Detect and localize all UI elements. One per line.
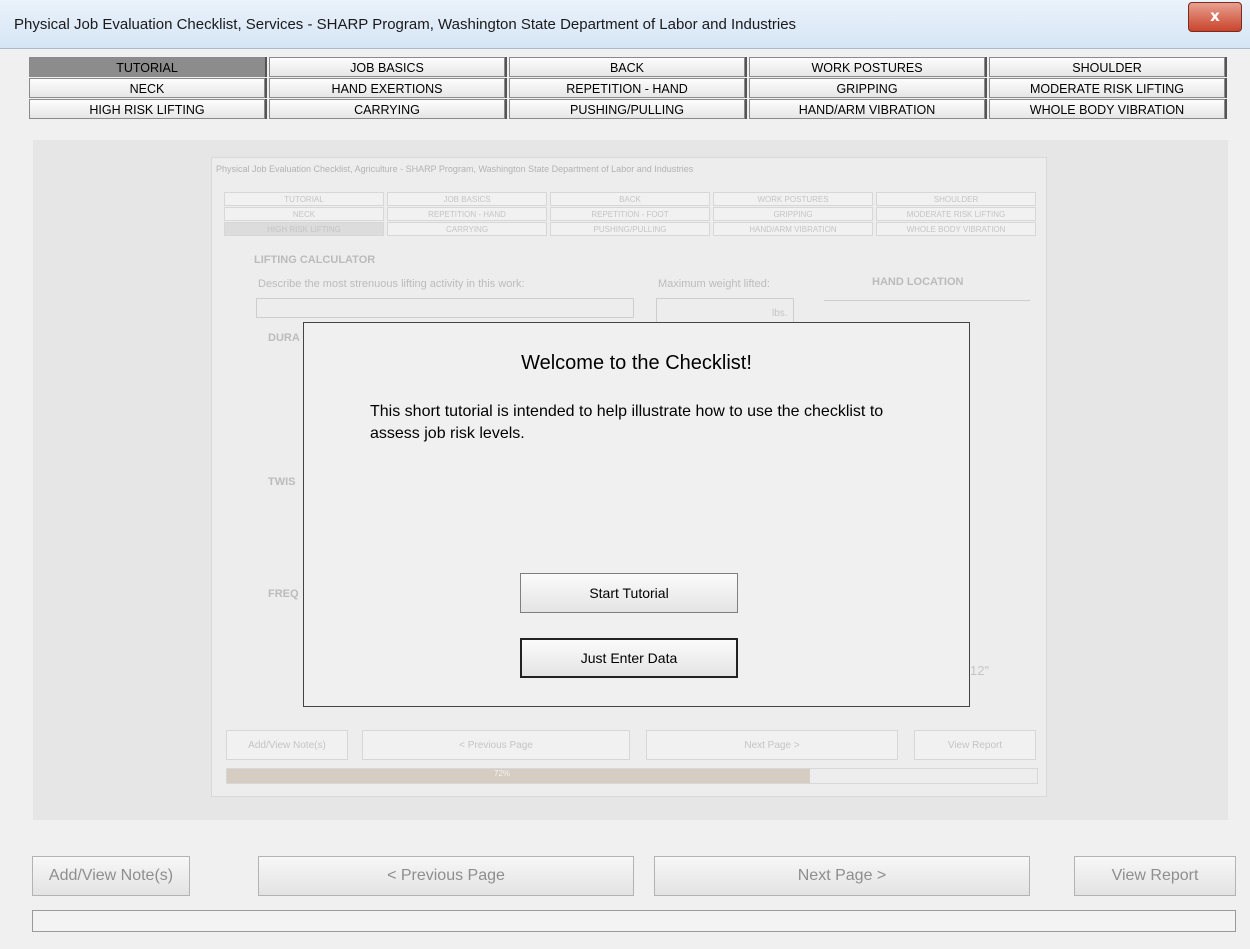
ghost-hand-location: HAND LOCATION	[872, 276, 964, 288]
tab-job-basics[interactable]: JOB BASICS	[269, 57, 505, 77]
ghost-tab: WHOLE BODY VIBRATION	[876, 222, 1036, 236]
dialog-title: Welcome to the Checklist!	[521, 352, 752, 374]
ghost-notes-button: Add/View Note(s)	[226, 730, 348, 760]
ghost-twisting-label: TWIS	[268, 476, 296, 488]
ghost-tab: WORK POSTURES	[713, 192, 873, 206]
tab-work-postures[interactable]: WORK POSTURES	[749, 57, 985, 77]
tab-pushing-pulling[interactable]: PUSHING/PULLING	[509, 99, 745, 119]
ghost-tab: REPETITION - HAND	[387, 207, 547, 221]
ghost-section-title: LIFTING CALCULATOR	[254, 254, 376, 266]
tab-gripping[interactable]: GRIPPING	[749, 78, 985, 98]
ghost-tab: PUSHING/PULLING	[550, 222, 710, 236]
ghost-report-button: View Report	[914, 730, 1036, 760]
ghost-next-button: Next Page >	[646, 730, 898, 760]
previous-page-button[interactable]: < Previous Page	[258, 856, 634, 896]
ghost-progress-label: 72%	[494, 769, 511, 778]
ghost-frequency-label: FREQ	[268, 588, 299, 600]
ghost-tab: MODERATE RISK LIFTING	[876, 207, 1036, 221]
ghost-duration-label: DURA	[268, 332, 300, 344]
ghost-describe-field	[256, 298, 634, 318]
tab-hand-exertions[interactable]: HAND EXERTIONS	[269, 78, 505, 98]
ghost-prev-button: < Previous Page	[362, 730, 630, 760]
ghost-tab: REPETITION - FOOT	[550, 207, 710, 221]
ghost-tab: BACK	[550, 192, 710, 206]
start-tutorial-button[interactable]: Start Tutorial	[520, 573, 738, 613]
view-report-button[interactable]: View Report	[1074, 856, 1236, 896]
tab-hand-arm-vibration[interactable]: HAND/ARM VIBRATION	[749, 99, 985, 119]
ghost-progress-bar	[226, 768, 1038, 784]
close-icon[interactable]: x	[1188, 2, 1242, 32]
ghost-describe-label: Describe the most strenuous lifting acti…	[258, 278, 525, 290]
ghost-tab: SHOULDER	[876, 192, 1036, 206]
ghost-title: Physical Job Evaluation Checklist, Agric…	[216, 164, 694, 174]
ghost-measure: 12"	[970, 663, 990, 678]
tab-repetition-hand[interactable]: REPETITION - HAND	[509, 78, 745, 98]
tab-whole-body-vibration[interactable]: WHOLE BODY VIBRATION	[989, 99, 1225, 119]
progress-bar	[32, 910, 1236, 932]
ghost-tab: HAND/ARM VIBRATION	[713, 222, 873, 236]
ghost-tab: HIGH RISK LIFTING	[224, 222, 384, 236]
ghost-progress-fill	[227, 769, 811, 783]
ghost-tab: GRIPPING	[713, 207, 873, 221]
ghost-max-weight-label: Maximum weight lifted:	[658, 278, 770, 290]
ghost-lbs-label: lbs.	[772, 308, 788, 319]
tab-shoulder[interactable]: SHOULDER	[989, 57, 1225, 77]
title-bar: Physical Job Evaluation Checklist, Servi…	[0, 0, 1250, 49]
tab-back[interactable]: BACK	[509, 57, 745, 77]
ghost-tab: CARRYING	[387, 222, 547, 236]
ghost-tab: TUTORIAL	[224, 192, 384, 206]
just-enter-data-button[interactable]: Just Enter Data	[520, 638, 738, 678]
next-page-button[interactable]: Next Page >	[654, 856, 1030, 896]
add-view-notes-button[interactable]: Add/View Note(s)	[32, 856, 190, 896]
ghost-tab: NECK	[224, 207, 384, 221]
tab-moderate-risk-lifting[interactable]: MODERATE RISK LIFTING	[989, 78, 1225, 98]
tab-high-risk-lifting[interactable]: HIGH RISK LIFTING	[29, 99, 265, 119]
tab-neck[interactable]: NECK	[29, 78, 265, 98]
welcome-dialog: Welcome to the Checklist! This short tut…	[303, 322, 970, 707]
tab-tutorial[interactable]: TUTORIAL	[29, 57, 265, 77]
ghost-tab: JOB BASICS	[387, 192, 547, 206]
window-title: Physical Job Evaluation Checklist, Servi…	[14, 16, 797, 33]
tab-carrying[interactable]: CARRYING	[269, 99, 505, 119]
dialog-message: This short tutorial is intended to help …	[370, 403, 884, 442]
